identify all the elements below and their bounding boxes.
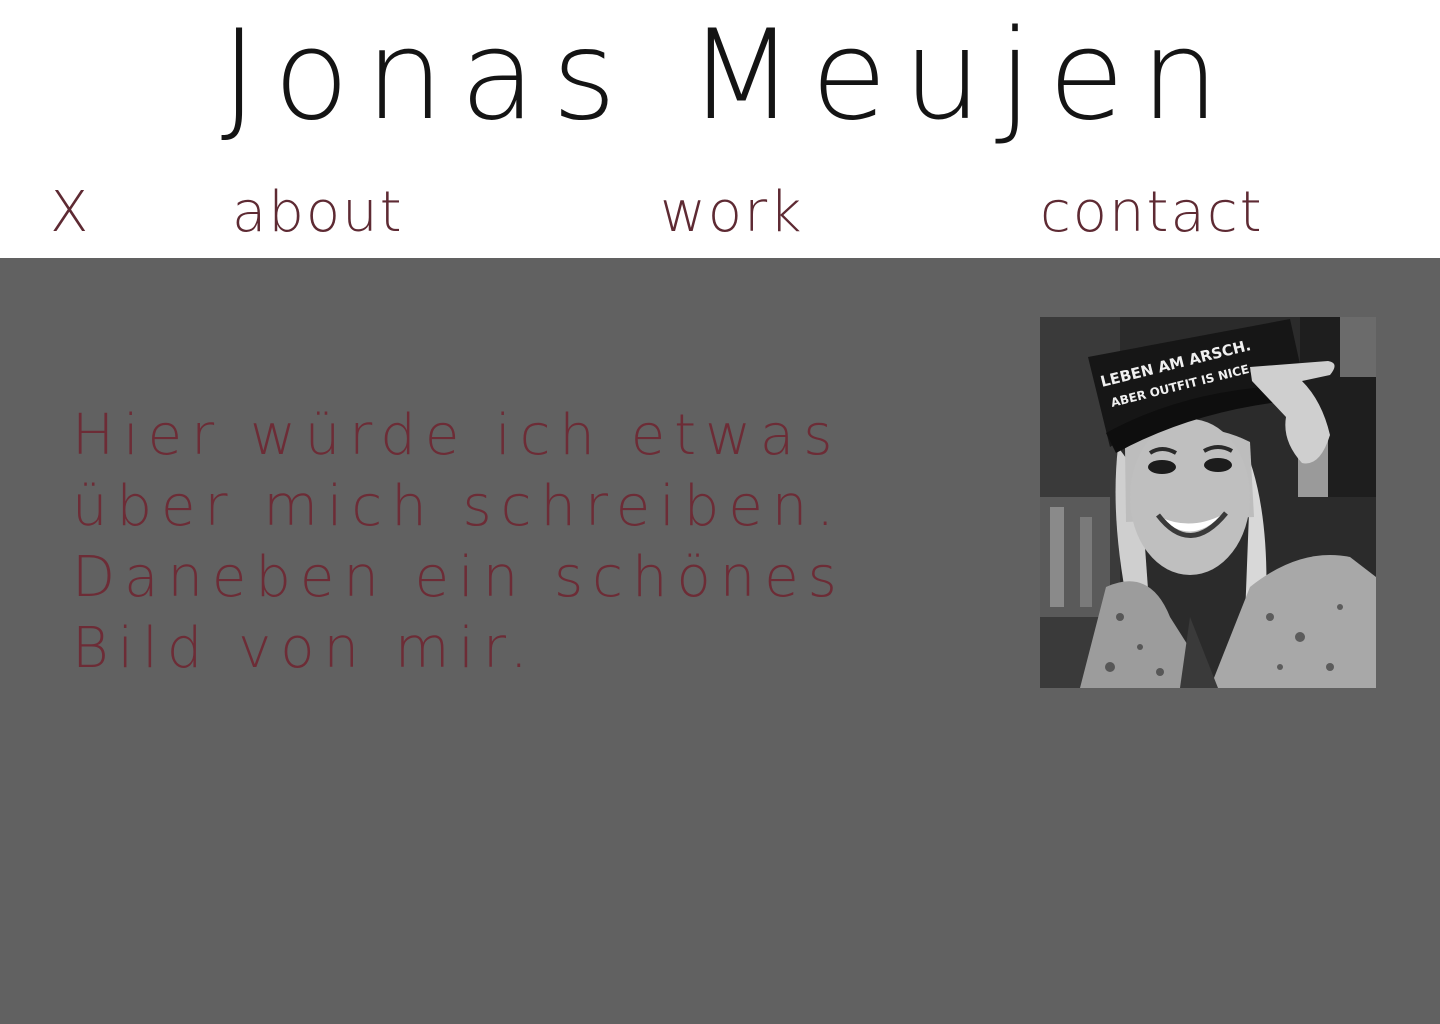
about-text-line: Hier würde ich etwas [72,403,842,468]
main-nav: X about work contact [0,178,1440,248]
portrait-illustration: LEBEN AM ARSCH. ABER OUTFIT IS NICE. [1040,317,1376,688]
portrait-photo: LEBEN AM ARSCH. ABER OUTFIT IS NICE. [1040,317,1376,688]
nav-item-about[interactable]: about [232,178,404,248]
about-text-line: über mich schreiben. [72,474,844,539]
nav-item-work[interactable]: work [660,178,804,248]
site-title: Jonas Meujen [0,6,1440,146]
about-text: Hier würde ich etwas über mich schreiben… [72,400,972,684]
about-text-line: Daneben ein schönes [72,545,846,610]
about-text-line: Bild von mir. [72,616,537,681]
site-header: Jonas Meujen X about work contact [0,0,1440,258]
site-title-text: Jonas Meujen [220,4,1236,148]
nav-item-contact[interactable]: contact [1040,178,1264,248]
close-menu-button[interactable]: X [50,178,90,248]
about-section: Hier würde ich etwas über mich schreiben… [0,258,1440,1024]
